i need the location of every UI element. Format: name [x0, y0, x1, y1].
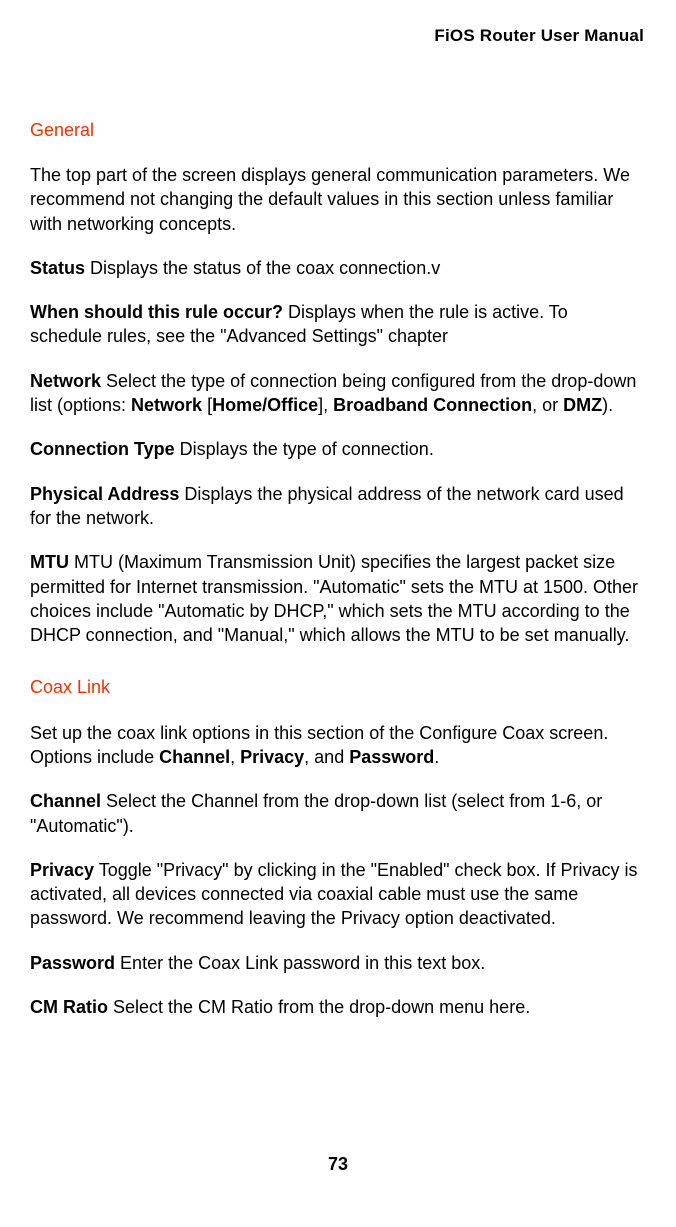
- general-intro-paragraph: The top part of the screen displays gene…: [30, 163, 644, 236]
- cm-ratio-paragraph: CM Ratio Select the CM Ratio from the dr…: [30, 995, 644, 1019]
- mtu-text: MTU (Maximum Transmission Unit) specifie…: [30, 552, 638, 645]
- channel-text: Select the Channel from the drop-down li…: [30, 791, 602, 835]
- privacy-label: Privacy: [30, 860, 94, 880]
- mtu-paragraph: MTU MTU (Maximum Transmission Unit) spec…: [30, 550, 644, 647]
- cm-ratio-label: CM Ratio: [30, 997, 108, 1017]
- connection-type-paragraph: Connection Type Displays the type of con…: [30, 437, 644, 461]
- network-option-4: DMZ: [563, 395, 602, 415]
- when-rule-label: When should this rule occur?: [30, 302, 283, 322]
- privacy-text: Toggle "Privacy" by clicking in the "Ena…: [30, 860, 638, 929]
- connection-type-text: Displays the type of connection.: [175, 439, 434, 459]
- section-heading-general: General: [30, 118, 644, 143]
- when-rule-paragraph: When should this rule occur? Displays wh…: [30, 300, 644, 349]
- network-text-4: , or: [532, 395, 563, 415]
- section-heading-coax: Coax Link: [30, 675, 644, 700]
- channel-paragraph: Channel Select the Channel from the drop…: [30, 789, 644, 838]
- coax-intro-paragraph: Set up the coax link options in this sec…: [30, 721, 644, 770]
- cm-ratio-text: Select the CM Ratio from the drop-down m…: [108, 997, 530, 1017]
- coax-option-channel: Channel: [159, 747, 230, 767]
- document-header: FiOS Router User Manual: [30, 24, 644, 48]
- status-text: Displays the status of the coax connecti…: [85, 258, 440, 278]
- network-label: Network: [30, 371, 101, 391]
- coax-intro-text-4: .: [434, 747, 439, 767]
- privacy-paragraph: Privacy Toggle "Privacy" by clicking in …: [30, 858, 644, 931]
- network-option-1: Network: [131, 395, 202, 415]
- password-text: Enter the Coax Link password in this tex…: [115, 953, 485, 973]
- channel-label: Channel: [30, 791, 101, 811]
- coax-intro-text-2: ,: [230, 747, 240, 767]
- coax-option-password: Password: [349, 747, 434, 767]
- network-text-2: [: [202, 395, 212, 415]
- password-label: Password: [30, 953, 115, 973]
- page-number: 73: [328, 1152, 348, 1177]
- connection-type-label: Connection Type: [30, 439, 175, 459]
- status-label: Status: [30, 258, 85, 278]
- network-paragraph: Network Select the type of connection be…: [30, 369, 644, 418]
- network-option-2: Home/Office: [212, 395, 318, 415]
- coax-option-privacy: Privacy: [240, 747, 304, 767]
- password-paragraph: Password Enter the Coax Link password in…: [30, 951, 644, 975]
- mtu-label: MTU: [30, 552, 69, 572]
- network-text-3: ],: [318, 395, 333, 415]
- network-text-5: ).: [602, 395, 613, 415]
- network-option-3: Broadband Connection: [333, 395, 532, 415]
- coax-intro-text-3: , and: [304, 747, 349, 767]
- physical-address-label: Physical Address: [30, 484, 179, 504]
- physical-address-paragraph: Physical Address Displays the physical a…: [30, 482, 644, 531]
- status-paragraph: Status Displays the status of the coax c…: [30, 256, 644, 280]
